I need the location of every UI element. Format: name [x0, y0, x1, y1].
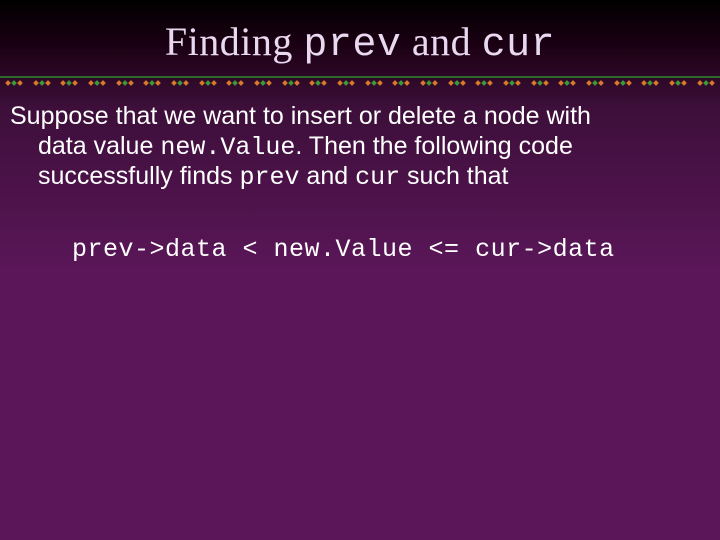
- divider-ornament: [0, 79, 720, 87]
- title-code-cur: cur: [482, 23, 556, 68]
- body-line-3b: and: [299, 162, 355, 190]
- body-line-3c: such that: [400, 162, 508, 190]
- title-code-prev: prev: [303, 23, 401, 68]
- code-expression: prev->data < new.Value <= cur->data: [0, 235, 720, 264]
- body-line-1: Suppose that we want to insert or delete…: [10, 102, 710, 132]
- slide-title: Finding prev and cur: [165, 19, 555, 64]
- body-code-prev: prev: [239, 163, 299, 192]
- body-line-3: successfully finds prev and cur such tha…: [10, 162, 710, 193]
- body-line-2a: data value: [38, 132, 160, 160]
- body-paragraph: Suppose that we want to insert or delete…: [0, 102, 720, 193]
- title-container: Finding prev and cur: [0, 0, 720, 74]
- title-text-2: and: [401, 19, 481, 64]
- body-line-3a: successfully finds: [38, 162, 239, 190]
- body-code-newvalue: new.Value: [160, 133, 295, 162]
- divider-line: [0, 76, 720, 88]
- title-text-1: Finding: [165, 19, 303, 64]
- body-line-2b: . Then the following code: [295, 132, 573, 160]
- body-code-cur: cur: [355, 163, 400, 192]
- body-line-2: data value new.Value. Then the following…: [10, 132, 710, 163]
